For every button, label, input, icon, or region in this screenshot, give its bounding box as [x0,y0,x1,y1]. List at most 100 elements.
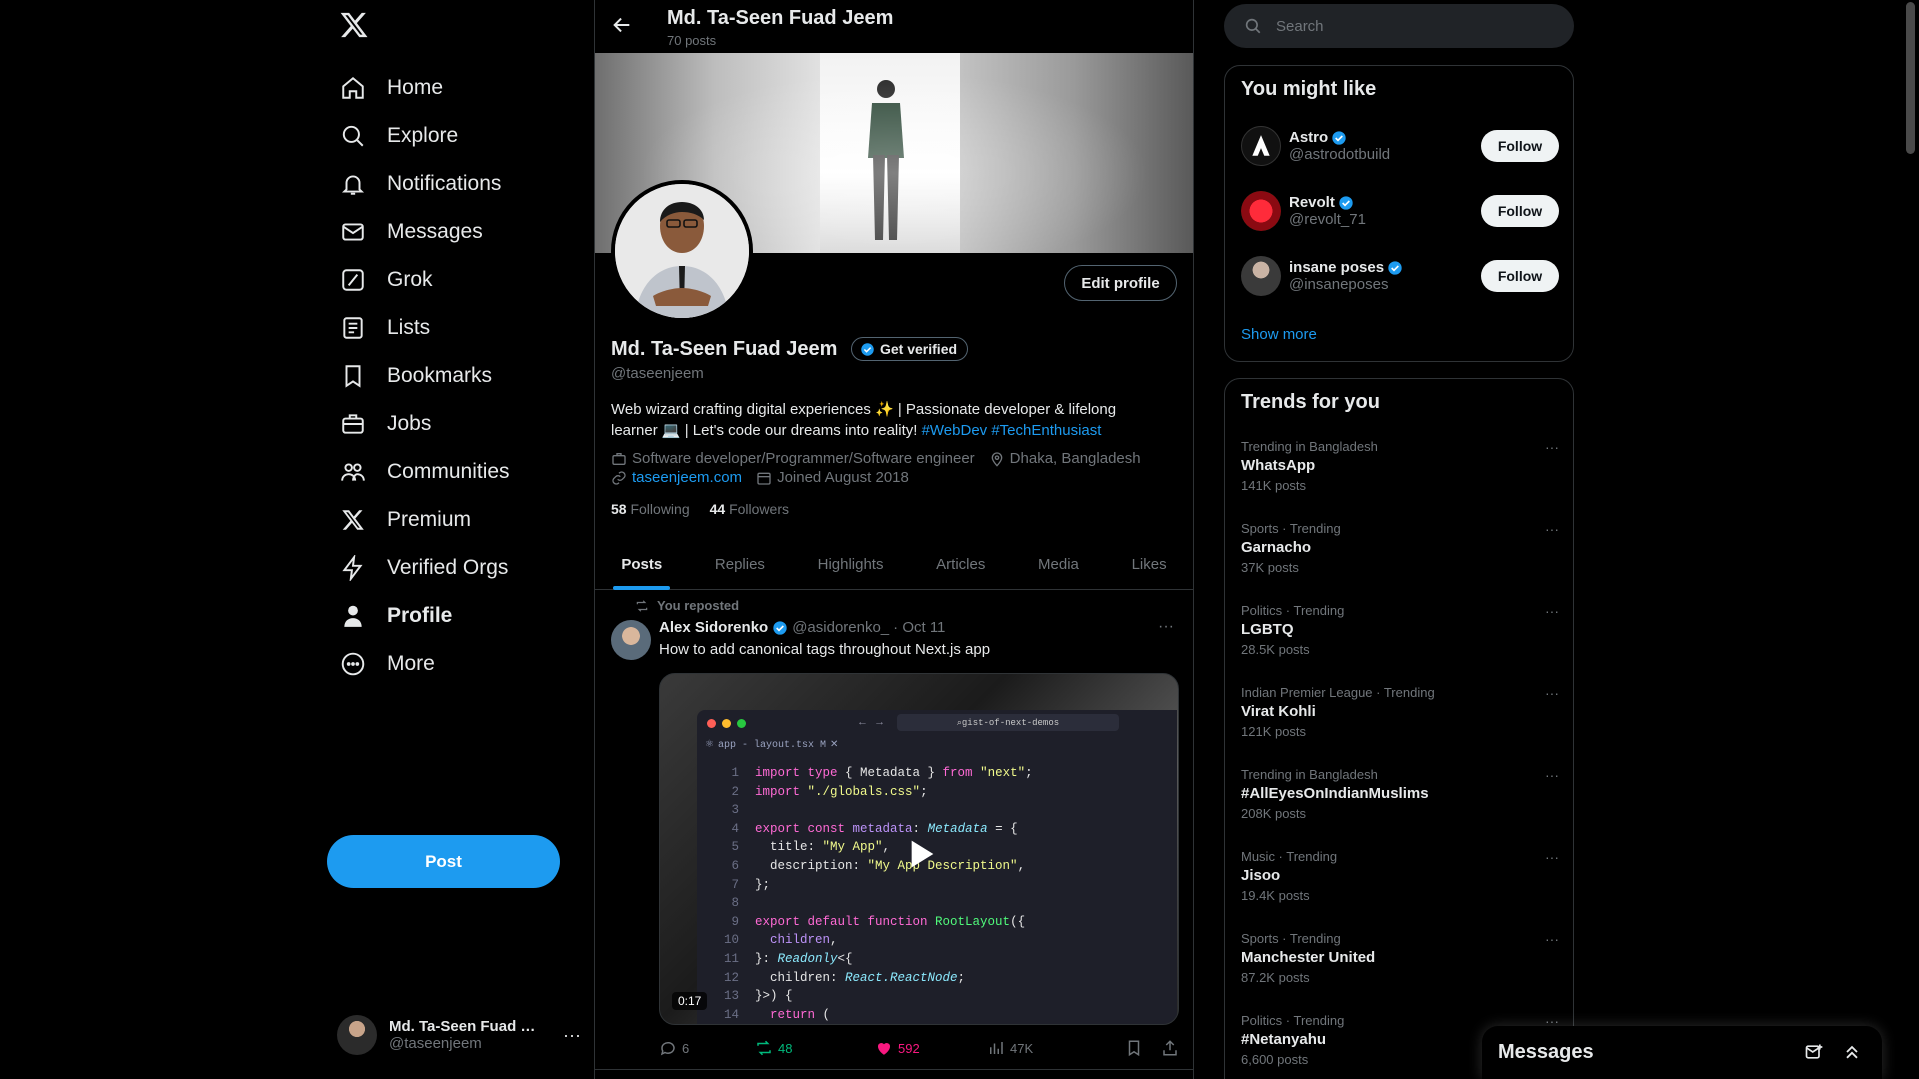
profile-bio: Web wizard crafting digital experiences … [611,399,1171,441]
suggestion-item[interactable]: Astro @astrodotbuild Follow [1241,124,1559,168]
heart-icon [875,1039,893,1057]
post-author-name[interactable]: Alex Sidorenko [659,619,768,636]
more-dots-icon[interactable]: ··· [1545,685,1559,701]
suggestion-item[interactable]: insane poses @insaneposes Follow [1241,254,1559,298]
account-switcher[interactable]: Md. Ta-Seen Fuad Jeem @taseenjeem ··· [337,1013,585,1057]
tab-media[interactable]: Media [1030,540,1087,589]
post-header: Alex Sidorenko @asidorenko_ · Oct 11 [659,619,945,636]
scrollbar-thumb[interactable] [1906,2,1915,154]
follow-button[interactable]: Follow [1481,260,1559,292]
more-dots-icon[interactable]: ··· [1545,603,1559,619]
hashtag-link[interactable]: #WebDev [922,422,988,439]
nav-notifications-label: Notifications [387,172,502,195]
person-icon [339,602,367,630]
post-author-handle[interactable]: @asidorenko_ [792,619,889,636]
trend-item[interactable]: Indian Premier League · Trending Virat Ko… [1241,685,1559,745]
profile-column: Md. Ta-Seen Fuad Jeem 70 posts Edit prof… [594,0,1194,1079]
more-dots-icon[interactable]: ··· [1545,439,1559,455]
profile-tabs: Posts Replies Highlights Articles Media … [595,540,1193,590]
post-actions: 6 48 592 47K [659,1038,1179,1058]
more-dots-icon[interactable]: ··· [1158,618,1174,636]
new-message-icon[interactable] [1804,1042,1824,1062]
repost-indicator: You reposted [635,598,739,613]
link-icon [611,470,627,486]
trend-item[interactable]: Trending in Bangladesh WhatsApp 141K posts… [1241,439,1559,499]
post-date[interactable]: · Oct 11 [893,619,945,636]
post-item[interactable]: You reposted Alex Sidorenko @asidorenko_… [595,590,1193,1070]
follow-button[interactable]: Follow [1481,130,1559,162]
nav-jobs-label: Jobs [387,412,432,435]
back-arrow-icon[interactable] [611,14,635,38]
tab-likes[interactable]: Likes [1124,540,1175,589]
nav-jobs[interactable]: Jobs [339,402,431,446]
following-link[interactable]: 58 Following [611,501,690,517]
post-button[interactable]: Post [327,835,560,888]
nav-verified-orgs[interactable]: Verified Orgs [339,546,508,590]
website-link[interactable]: taseenjeem.com [632,469,742,486]
x-logo-icon[interactable] [339,10,369,40]
like-button[interactable]: 592 [875,1039,987,1057]
trend-item[interactable]: Trending in Bangladesh #AllEyesOnIndianMu… [1241,767,1559,827]
trends-card: Trends for you Trending in Bangladesh Wha… [1224,378,1574,1079]
lightning-icon [339,554,367,582]
nav-lists[interactable]: Lists [339,306,430,350]
nav-home[interactable]: Home [339,66,443,110]
profile-avatar[interactable] [611,180,753,322]
you-might-like-title: You might like [1241,78,1377,100]
nav-profile[interactable]: Profile [339,594,452,638]
trend-item[interactable]: Sports · Trending Garnacho 37K posts ··· [1241,521,1559,581]
more-dots-icon[interactable]: ··· [1545,767,1559,783]
search-input[interactable]: Search [1224,4,1574,48]
trend-item[interactable]: Politics · Trending LGBTQ 28.5K posts ··· [1241,603,1559,663]
share-icon[interactable] [1161,1039,1179,1057]
views-button[interactable]: 47K [987,1039,1107,1057]
nav-messages[interactable]: Messages [339,210,483,254]
nav-more-label: More [387,652,435,675]
suggestion-handle: @revolt_71 [1289,211,1366,228]
suggestion-item[interactable]: Revolt @revolt_71 Follow [1241,189,1559,233]
tab-highlights[interactable]: Highlights [810,540,892,589]
nav-grok[interactable]: Grok [339,258,433,302]
more-dots-icon[interactable]: ··· [1545,521,1559,537]
nav-notifications[interactable]: Notifications [339,162,501,206]
chevrons-up-icon[interactable] [1842,1042,1862,1062]
trend-item[interactable]: Sports · Trending Manchester United 87.2K … [1241,931,1559,991]
messages-drawer[interactable]: Messages [1482,1026,1882,1079]
get-verified-button[interactable]: Get verified [851,337,969,361]
verified-badge-icon [860,342,875,357]
nav-verified-orgs-label: Verified Orgs [387,556,509,579]
repost-button[interactable]: 48 [755,1039,875,1057]
nav-premium[interactable]: Premium [339,498,471,542]
nav-profile-label: Profile [387,604,453,627]
bell-icon [339,170,367,198]
get-verified-label: Get verified [880,341,958,357]
left-navigation: Home Explore Notifications Messages Grok… [327,0,595,1079]
hashtag-link[interactable]: #TechEnthusiast [991,422,1101,439]
nav-communities[interactable]: Communities [339,450,510,494]
follow-button[interactable]: Follow [1481,195,1559,227]
more-dots-icon[interactable]: ··· [1545,849,1559,865]
bookmark-icon[interactable] [1125,1039,1143,1057]
video-player[interactable]: ← → ⌕ gist-of-next-demos ⚛ app - layout.… [659,673,1179,1025]
page-scrollbar[interactable] [1902,0,1919,1079]
play-icon[interactable] [900,834,940,874]
tab-posts[interactable]: Posts [613,540,671,590]
suggestion-handle: @astrodotbuild [1289,146,1391,163]
nav-explore[interactable]: Explore [339,114,458,158]
repost-icon [755,1039,773,1057]
more-circle-icon [339,650,367,678]
nav-bookmarks[interactable]: Bookmarks [339,354,492,398]
post-text: How to add canonical tags throughout Nex… [659,641,991,658]
tab-replies[interactable]: Replies [707,540,773,589]
more-dots-icon[interactable]: ··· [1545,931,1559,947]
tab-articles[interactable]: Articles [928,540,993,589]
reply-button[interactable]: 6 [659,1039,755,1057]
suggestion-name: insane poses [1289,259,1385,276]
trend-item[interactable]: Music · Trending Jisoo 19.4K posts ··· [1241,849,1559,909]
edit-profile-button[interactable]: Edit profile [1064,265,1177,301]
post-author-avatar[interactable] [611,620,651,660]
nav-more[interactable]: More [339,642,435,686]
followers-link[interactable]: 44 Followers [710,501,789,517]
briefcase-icon [611,451,627,467]
show-more-link[interactable]: Show more [1241,326,1317,343]
